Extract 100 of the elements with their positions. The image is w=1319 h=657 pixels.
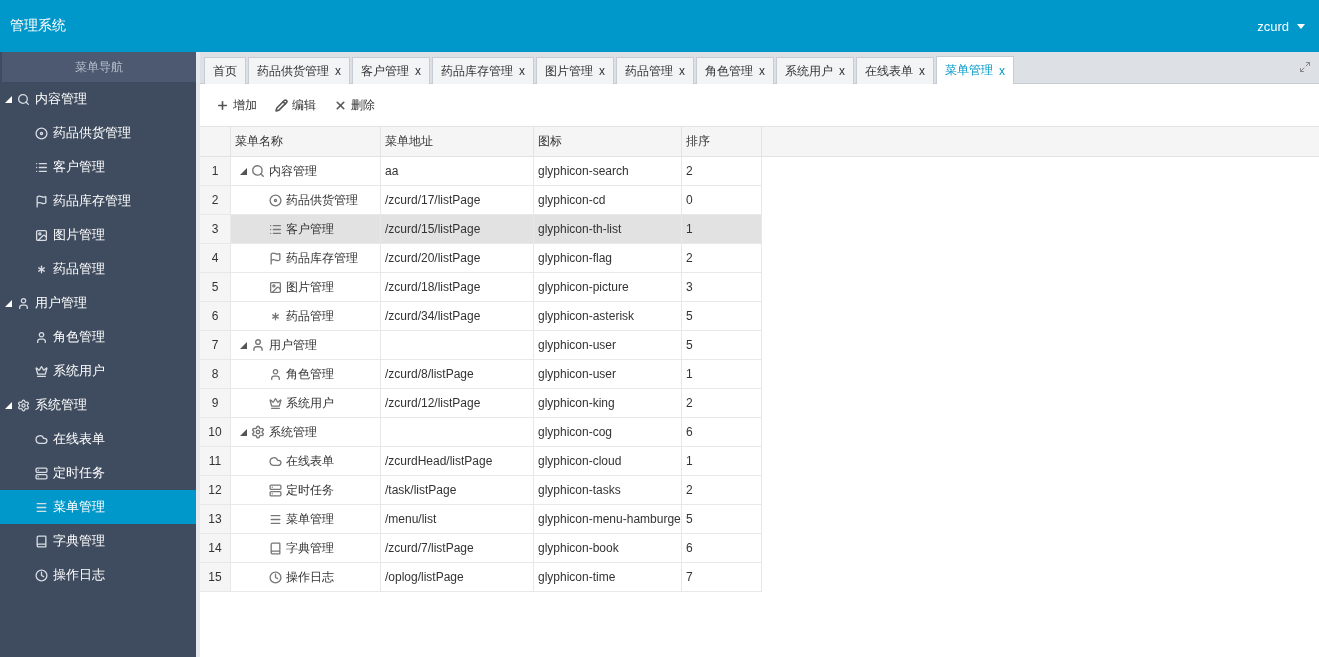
tab[interactable]: 菜单管理 x [936, 56, 1014, 84]
crown-icon [35, 364, 48, 378]
row-number: 4 [200, 244, 231, 273]
tree-cell[interactable]: 操作日志 [231, 563, 381, 592]
tab[interactable]: 在线表单 x [856, 57, 934, 84]
menu-name: 内容管理 [269, 162, 317, 180]
tab-close[interactable]: x [839, 64, 845, 78]
table-cell: 2 [682, 476, 762, 505]
menu-name: 菜单管理 [286, 510, 334, 528]
sidebar-item[interactable]: 内容管理 [0, 82, 196, 116]
tree-cell[interactable]: 内容管理 [231, 157, 381, 186]
sidebar-item[interactable]: 药品库存管理 [0, 184, 196, 218]
sidebar-item[interactable]: 图片管理 [0, 218, 196, 252]
tree-cell[interactable]: 定时任务 [231, 476, 381, 505]
user-icon [35, 330, 48, 344]
tree-cell[interactable]: 在线表单 [231, 447, 381, 476]
menu-name: 操作日志 [286, 568, 334, 586]
table-cell: 0 [682, 186, 762, 215]
table-cell: glyphicon-king [534, 389, 682, 418]
row-number: 3 [200, 215, 231, 244]
expanded-icon[interactable] [5, 299, 12, 307]
clock-icon [35, 568, 48, 582]
toolbar-button[interactable]: 删除 [332, 94, 377, 116]
search-icon [251, 164, 265, 178]
tree-cell[interactable]: 用户管理 [231, 331, 381, 360]
user-icon [269, 367, 282, 381]
menu-name: 图片管理 [286, 278, 334, 296]
sidebar-item[interactable]: 客户管理 [0, 150, 196, 184]
tab-close[interactable]: x [919, 64, 925, 78]
table-cell: 1 [682, 360, 762, 389]
row-number: 1 [200, 157, 231, 186]
tab[interactable]: 客户管理 x [352, 57, 430, 84]
menu-name: 药品库存管理 [286, 249, 358, 267]
tree-cell[interactable]: 图片管理 [231, 273, 381, 302]
sidebar-item[interactable]: 字典管理 [0, 524, 196, 558]
tree-cell[interactable]: 药品供货管理 [231, 186, 381, 215]
disc-icon [35, 126, 48, 140]
tab-close[interactable]: x [999, 63, 1005, 78]
tab-close[interactable]: x [759, 64, 765, 78]
sidebar-item[interactable]: 药品供货管理 [0, 116, 196, 150]
list-icon [35, 160, 48, 174]
expanded-icon[interactable] [5, 95, 12, 103]
table-cell: /menu/list [381, 505, 534, 534]
tree-cell[interactable]: 系统用户 [231, 389, 381, 418]
table-cell: glyphicon-cloud [534, 447, 682, 476]
sidebar-item[interactable]: 系统管理 [0, 388, 196, 422]
sidebar-item[interactable]: 用户管理 [0, 286, 196, 320]
tab[interactable]: 角色管理 x [696, 57, 774, 84]
tree-cell[interactable]: 药品库存管理 [231, 244, 381, 273]
image-icon [35, 228, 48, 242]
tab-close[interactable]: x [599, 64, 605, 78]
tree-cell[interactable]: 字典管理 [231, 534, 381, 563]
tab-close[interactable]: x [335, 64, 341, 78]
menu-name: 客户管理 [286, 220, 334, 238]
tab-label: 角色管理 [705, 62, 753, 80]
tree-cell[interactable]: 客户管理 [231, 215, 381, 244]
table-cell: glyphicon-picture [534, 273, 682, 302]
sidebar-item[interactable]: 药品管理 [0, 252, 196, 286]
tab[interactable]: 首页 [204, 57, 246, 84]
book-icon [35, 534, 48, 548]
table-cell: /zcurd/15/listPage [381, 215, 534, 244]
toolbar-button[interactable]: 增加 [214, 94, 259, 116]
tab-close[interactable]: x [415, 64, 421, 78]
tree-cell[interactable]: 菜单管理 [231, 505, 381, 534]
tab-close[interactable]: x [679, 64, 685, 78]
tab[interactable]: 系统用户 x [776, 57, 854, 84]
tab[interactable]: 药品库存管理 x [432, 57, 534, 84]
sidebar-item[interactable]: 在线表单 [0, 422, 196, 456]
fullscreen-icon[interactable] [1299, 61, 1311, 73]
expanded-icon[interactable] [240, 428, 247, 436]
sidebar-item[interactable]: 操作日志 [0, 558, 196, 592]
expanded-icon[interactable] [5, 401, 12, 409]
expanded-icon[interactable] [240, 341, 247, 349]
table-cell: glyphicon-th-list [534, 215, 682, 244]
row-number: 14 [200, 534, 231, 563]
tab[interactable]: 药品供货管理 x [248, 57, 350, 84]
user-icon [251, 338, 265, 352]
table-cell: /zcurd/18/listPage [381, 273, 534, 302]
tree-cell[interactable]: 角色管理 [231, 360, 381, 389]
expanded-icon[interactable] [240, 167, 247, 175]
sidebar-item[interactable]: 角色管理 [0, 320, 196, 354]
table-cell: glyphicon-tasks [534, 476, 682, 505]
tab[interactable]: 图片管理 x [536, 57, 614, 84]
tree-cell[interactable]: 系统管理 [231, 418, 381, 447]
table-cell: /zcurd/8/listPage [381, 360, 534, 389]
table-cell: 6 [682, 418, 762, 447]
table-cell: aa [381, 157, 534, 186]
disc-icon [269, 193, 282, 207]
toolbar-button[interactable]: 编辑 [273, 94, 318, 116]
tab-close[interactable]: x [519, 64, 525, 78]
sidebar-item[interactable]: 系统用户 [0, 354, 196, 388]
sidebar-title: 菜单导航 [2, 52, 196, 82]
row-number: 15 [200, 563, 231, 592]
table-cell: 3 [682, 273, 762, 302]
sidebar-item[interactable]: 定时任务 [0, 456, 196, 490]
menu-name: 角色管理 [286, 365, 334, 383]
table-cell: 5 [682, 302, 762, 331]
tree-cell[interactable]: 药品管理 [231, 302, 381, 331]
tab-label: 客户管理 [361, 62, 409, 80]
tab[interactable]: 药品管理 x [616, 57, 694, 84]
